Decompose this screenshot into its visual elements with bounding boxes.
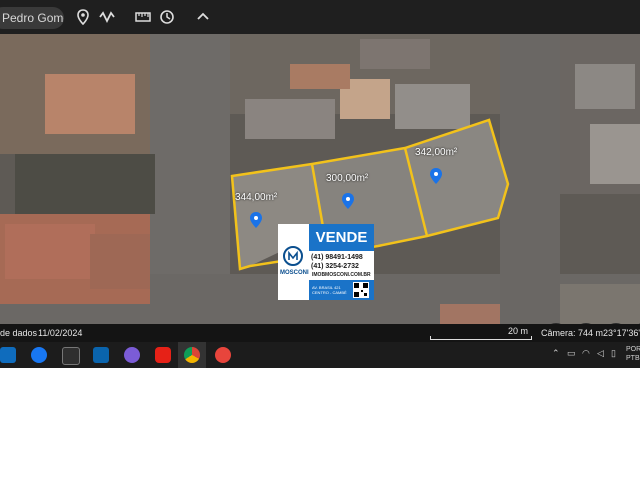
qr-code-icon [353,282,369,298]
sign-footer: AV. BRASIL 421 CENTRO - CAMBÉ [309,280,374,300]
camera-altitude: Câmera: 744 m [541,328,604,338]
sign-brand: MOSCONI [280,270,309,276]
status-bar: de dados 11/02/2024 20 m Câmera: 744 m 2… [0,324,640,342]
search-text: Pedro Gomes - Se [2,11,64,25]
keyboard-layout: PTB [626,355,640,362]
sign-website: IMOBMOSCONI.COM.BR [312,272,371,278]
chevron-up-icon[interactable] [194,8,212,26]
imagery-date: 11/02/2024 [38,328,83,338]
youtube-icon[interactable] [155,347,171,363]
sign-headline: VENDE [309,224,374,251]
history-icon[interactable] [158,8,176,26]
route-icon[interactable] [98,8,116,26]
outlook-mail-icon[interactable] [93,347,109,363]
data-link[interactable]: de dados [0,328,37,338]
wps-icon[interactable] [215,347,231,363]
copilot-icon[interactable] [124,347,140,363]
location-pin-icon[interactable] [74,8,92,26]
wifi-icon[interactable]: ◠ [582,348,590,359]
lot-area-label: 344,00m² [235,192,278,203]
microsoft-store-icon[interactable] [62,347,80,365]
toolbar: Pedro Gomes - Se [0,0,640,34]
chevron-up-icon[interactable]: ⌃ [552,348,560,359]
sign-logo-panel: MOSCONI [278,224,309,300]
mosconi-logo-icon [283,246,303,266]
battery-icon[interactable]: ▭ [567,348,576,359]
scale-label: 20 m [508,326,529,336]
speaker-icon[interactable]: ◁ [597,348,604,359]
chrome-icon[interactable] [184,347,200,363]
lot-area-label: 300,00m² [326,173,369,184]
lot-area-label: 342,00m² [415,147,458,158]
battery-level-icon[interactable]: ▯ [611,348,616,359]
sign-address: AV. BRASIL 421 CENTRO - CAMBÉ [312,285,347,295]
satellite-map[interactable]: 344,00m² 300,00m² 342,00m² MOSCONI VENDE… [0,34,640,324]
ruler-icon[interactable] [134,8,152,26]
language-code: POR [626,346,640,353]
scale-bar [430,336,532,340]
sign-phone-2: (41) 3254-2732 [311,263,359,270]
sign-info-panel: VENDE (41) 98491-1498 (41) 3254-2732 IMO… [309,224,374,300]
facebook-icon[interactable] [31,347,47,363]
search-box[interactable]: Pedro Gomes - Se [0,7,64,29]
coordinates: 23°17'36" [603,328,640,338]
outlook-icon[interactable] [0,347,16,363]
sign-phone-1: (41) 98491-1498 [311,254,363,261]
input-language[interactable]: POR PTB [626,345,640,363]
for-sale-sign: MOSCONI VENDE (41) 98491-1498 (41) 3254-… [278,224,374,300]
taskbar: ⌃ ▭ ◠ ◁ ▯ POR PTB [0,342,640,368]
